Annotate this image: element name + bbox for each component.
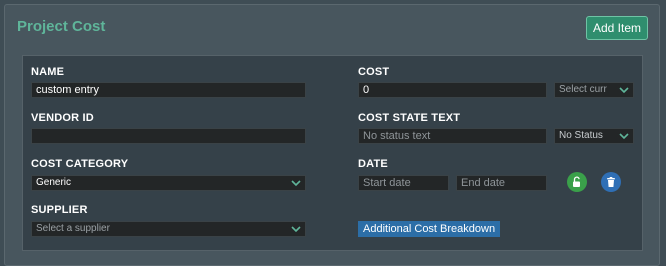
vendor-id-label: VENDOR ID [31, 112, 94, 124]
chevron-down-icon [619, 87, 629, 94]
cost-category-value: Generic [36, 177, 72, 188]
unlock-button[interactable] [567, 172, 587, 192]
supplier-select[interactable]: Select a supplier [31, 221, 306, 237]
trash-icon [607, 177, 615, 187]
date-label: DATE [358, 158, 388, 170]
supplier-label: SUPPLIER [31, 204, 88, 216]
cost-input[interactable]: 0 [358, 82, 547, 98]
start-date-input[interactable]: Start date [358, 175, 449, 191]
cost-state-text-input[interactable]: No status text [358, 128, 547, 144]
name-input[interactable]: custom entry [31, 82, 306, 98]
currency-select[interactable]: Select curr [554, 82, 634, 98]
panel-title: Project Cost [17, 18, 106, 35]
add-item-button[interactable]: Add Item [586, 16, 648, 40]
chevron-down-icon [291, 226, 301, 233]
cost-category-label: COST CATEGORY [31, 158, 129, 170]
status-select[interactable]: No Status [554, 128, 634, 144]
cost-state-text-label: COST STATE TEXT [358, 112, 461, 124]
delete-button[interactable] [601, 172, 621, 192]
chevron-down-icon [291, 180, 301, 187]
currency-placeholder: Select curr [559, 84, 607, 95]
additional-cost-breakdown-link[interactable]: Additional Cost Breakdown [358, 221, 500, 237]
end-date-input[interactable]: End date [456, 175, 547, 191]
cost-category-select[interactable]: Generic [31, 175, 306, 191]
name-label: NAME [31, 66, 65, 78]
unlock-icon [573, 176, 580, 187]
status-value: No Status [559, 130, 603, 141]
cost-label: COST [358, 66, 390, 78]
vendor-id-input[interactable] [31, 128, 306, 144]
supplier-placeholder: Select a supplier [36, 223, 110, 234]
chevron-down-icon [619, 133, 629, 140]
